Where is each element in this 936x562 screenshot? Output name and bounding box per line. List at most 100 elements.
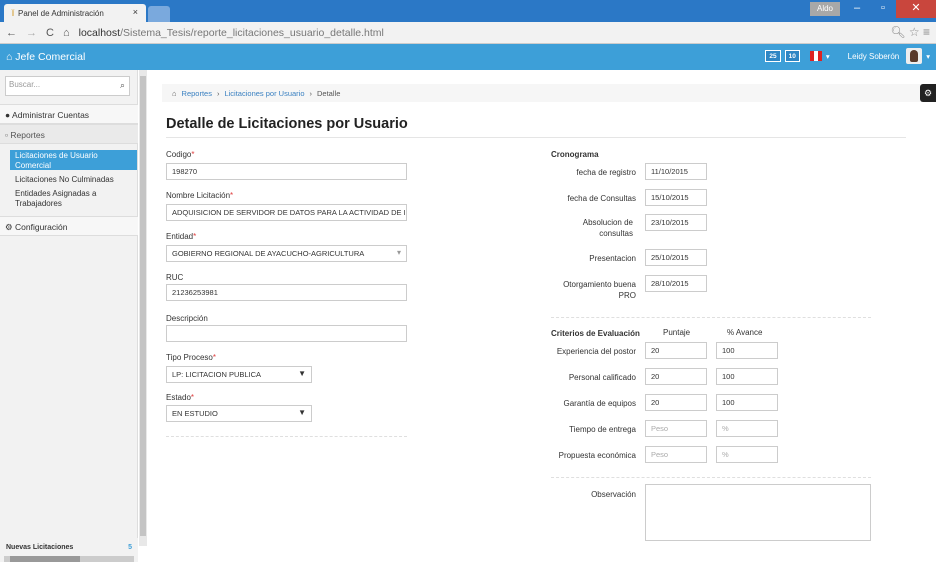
notification-badge[interactable]: 25 bbox=[765, 50, 781, 62]
avance-field[interactable]: % bbox=[716, 446, 778, 463]
crono-label: Otorgamiento buena PRO bbox=[563, 280, 636, 300]
forward-icon[interactable]: → bbox=[26, 27, 37, 39]
breadcrumb-link-licitaciones[interactable]: Licitaciones por Usuario bbox=[224, 89, 304, 98]
crono-label: Presentacion bbox=[589, 254, 636, 263]
ruc-field[interactable]: 21236253981 bbox=[166, 284, 407, 301]
language-flag-icon[interactable] bbox=[809, 51, 822, 61]
brand[interactable]: ⌂ Jefe Comercial bbox=[6, 51, 85, 63]
breadcrumb-current: Detalle bbox=[317, 88, 341, 98]
avance-header: % Avance bbox=[727, 328, 763, 337]
reload-icon[interactable]: C bbox=[46, 27, 54, 39]
form-divider bbox=[166, 436, 407, 437]
search-input[interactable]: Buscar... ⌕ bbox=[5, 76, 130, 96]
browser-tab-strip: ǐ Panel de Administración × Aldo – ▫ ✕ bbox=[0, 0, 936, 22]
crono-label: fecha de Consultas bbox=[567, 194, 637, 203]
back-icon[interactable]: ← bbox=[6, 27, 17, 39]
puntaje-header: Puntaje bbox=[663, 328, 691, 337]
label-entidad: Entidad* bbox=[166, 232, 197, 241]
criterio-label: Garantía de equipos bbox=[563, 399, 637, 408]
fecha-consultas-field[interactable]: 15/10/2015 bbox=[645, 189, 707, 206]
address-bar: ← → C ⌂ localhost/Sistema_Tesis/reporte_… bbox=[0, 22, 936, 44]
search-icon[interactable]: ⌕ bbox=[120, 80, 125, 91]
user-name[interactable]: Leidy Soberón bbox=[848, 52, 900, 61]
home-icon[interactable]: ⌂ bbox=[63, 27, 70, 39]
criterio-label: Tiempo de entrega bbox=[569, 425, 636, 434]
puntaje-field[interactable]: 20 bbox=[645, 394, 707, 411]
new-tab-button[interactable] bbox=[148, 6, 170, 22]
entidad-select[interactable]: GOBIERNO REGIONAL DE AYACUCHO-AGRICULTUR… bbox=[166, 245, 407, 262]
gear-icon: ⚙ bbox=[5, 222, 13, 232]
sidebar-item-reportes[interactable]: ▫ Reportes bbox=[0, 124, 138, 144]
maximize-icon[interactable]: ▫ bbox=[870, 0, 896, 18]
observacion-label: Observación bbox=[591, 490, 636, 499]
puntaje-field[interactable]: 20 bbox=[645, 368, 707, 385]
avance-field[interactable]: 100 bbox=[716, 368, 778, 385]
minimize-icon[interactable]: – bbox=[844, 0, 870, 18]
absolucion-consultas-field[interactable]: 23/10/2015 bbox=[645, 214, 707, 231]
cronograma-divider bbox=[551, 317, 871, 318]
title-divider bbox=[166, 137, 906, 138]
sidebar: Buscar... ⌕ ● Administrar Cuentas ▫ Repor… bbox=[0, 70, 138, 562]
observacion-textarea[interactable] bbox=[645, 484, 871, 541]
close-icon[interactable]: ✕ bbox=[896, 0, 936, 18]
sidebar-item-configuracion[interactable]: ⚙ Configuración bbox=[0, 216, 138, 236]
profile-chip[interactable]: Aldo bbox=[809, 2, 840, 16]
settings-gear-icon[interactable]: ⚙ bbox=[920, 84, 936, 102]
label-estado: Estado* bbox=[166, 393, 195, 402]
cronograma-title: Cronograma bbox=[551, 150, 599, 159]
presentacion-field[interactable]: 25/10/2015 bbox=[645, 249, 707, 266]
criterios-divider bbox=[551, 477, 871, 478]
page-title: Detalle de Licitaciones por Usuario bbox=[166, 116, 408, 132]
sidebar-scrollbar[interactable] bbox=[139, 70, 147, 546]
favicon-icon: ǐ bbox=[12, 8, 14, 18]
app-topbar: ⌂ Jefe Comercial 25 10 ▾ Leidy Soberón ▾ bbox=[0, 44, 936, 70]
url-field[interactable]: localhost/Sistema_Tesis/reporte_licitaci… bbox=[79, 27, 384, 39]
bookmark-star-icon[interactable]: 🔍︎ ☆ ≡ bbox=[890, 25, 930, 39]
window-controls: Aldo – ▫ ✕ bbox=[809, 0, 936, 18]
folder-icon: ▫ bbox=[5, 130, 9, 140]
caret-down-icon: ▼ bbox=[298, 408, 306, 417]
label-tipo-proceso: Tipo Proceso* bbox=[166, 353, 216, 362]
nombre-field[interactable]: ADQUISICION DE SERVIDOR DE DATOS PARA LA… bbox=[166, 204, 407, 221]
crono-label: Absolucion de consultas bbox=[582, 218, 633, 238]
label-codigo: Codigo* bbox=[166, 150, 195, 159]
fecha-registro-field[interactable]: 11/10/2015 bbox=[645, 163, 707, 180]
descripcion-field[interactable] bbox=[166, 325, 407, 342]
breadcrumb-link-reportes[interactable]: Reportes bbox=[182, 89, 212, 98]
label-nombre: Nombre Licitación* bbox=[166, 191, 234, 200]
avance-field[interactable]: 100 bbox=[716, 342, 778, 359]
sidebar-subitem-entidades[interactable]: Entidades Asignadas a Trabajadores bbox=[10, 188, 137, 210]
tipo-proceso-select[interactable]: LP: LICITACION PUBLICA ▼ bbox=[166, 366, 312, 383]
user-icon: ● bbox=[5, 110, 11, 120]
breadcrumb: ⌂ Reportes › Licitaciones por Usuario › De… bbox=[162, 84, 922, 102]
puntaje-field[interactable]: Peso bbox=[645, 446, 707, 463]
label-descripcion: Descripción bbox=[166, 314, 208, 323]
sidebar-subitem-usuario-comercial[interactable]: Licitaciones de Usuario Comercial bbox=[10, 150, 137, 170]
criterio-label: Personal calificado bbox=[568, 373, 636, 382]
codigo-field[interactable]: 198270 bbox=[166, 163, 407, 180]
chevron-down-icon[interactable]: ▾ bbox=[926, 52, 930, 61]
criterio-label: Experiencia del postor bbox=[556, 347, 636, 356]
browser-tab[interactable]: ǐ Panel de Administración × bbox=[4, 4, 146, 22]
criterio-label: Propuesta económica bbox=[558, 451, 636, 460]
caret-down-icon: ▼ bbox=[298, 369, 306, 378]
chevron-down-icon: ▾ bbox=[396, 248, 401, 257]
message-badge[interactable]: 10 bbox=[784, 50, 800, 62]
topbar-right: 25 10 ▾ Leidy Soberón ▾ bbox=[765, 48, 930, 64]
avatar[interactable] bbox=[906, 48, 923, 64]
otorgamiento-field[interactable]: 28/10/2015 bbox=[645, 275, 707, 292]
chevron-down-icon[interactable]: ▾ bbox=[826, 52, 830, 61]
sidebar-subitem-no-culminadas[interactable]: Licitaciones No Culminadas bbox=[10, 174, 137, 186]
avance-field[interactable]: % bbox=[716, 420, 778, 437]
avance-field[interactable]: 100 bbox=[716, 394, 778, 411]
estado-select[interactable]: EN ESTUDIO ▼ bbox=[166, 405, 312, 422]
sidebar-item-cuentas[interactable]: ● Administrar Cuentas bbox=[0, 104, 138, 124]
criterios-title: Criterios de Evaluación bbox=[551, 329, 640, 338]
horizontal-scrollbar[interactable] bbox=[4, 556, 134, 562]
puntaje-field[interactable]: 20 bbox=[645, 342, 707, 359]
tab-close-icon[interactable]: × bbox=[133, 7, 138, 17]
puntaje-field[interactable]: Peso bbox=[645, 420, 707, 437]
home-icon[interactable]: ⌂ bbox=[172, 89, 177, 98]
label-ruc: RUC bbox=[166, 273, 184, 282]
crono-label: fecha de registro bbox=[576, 168, 636, 177]
